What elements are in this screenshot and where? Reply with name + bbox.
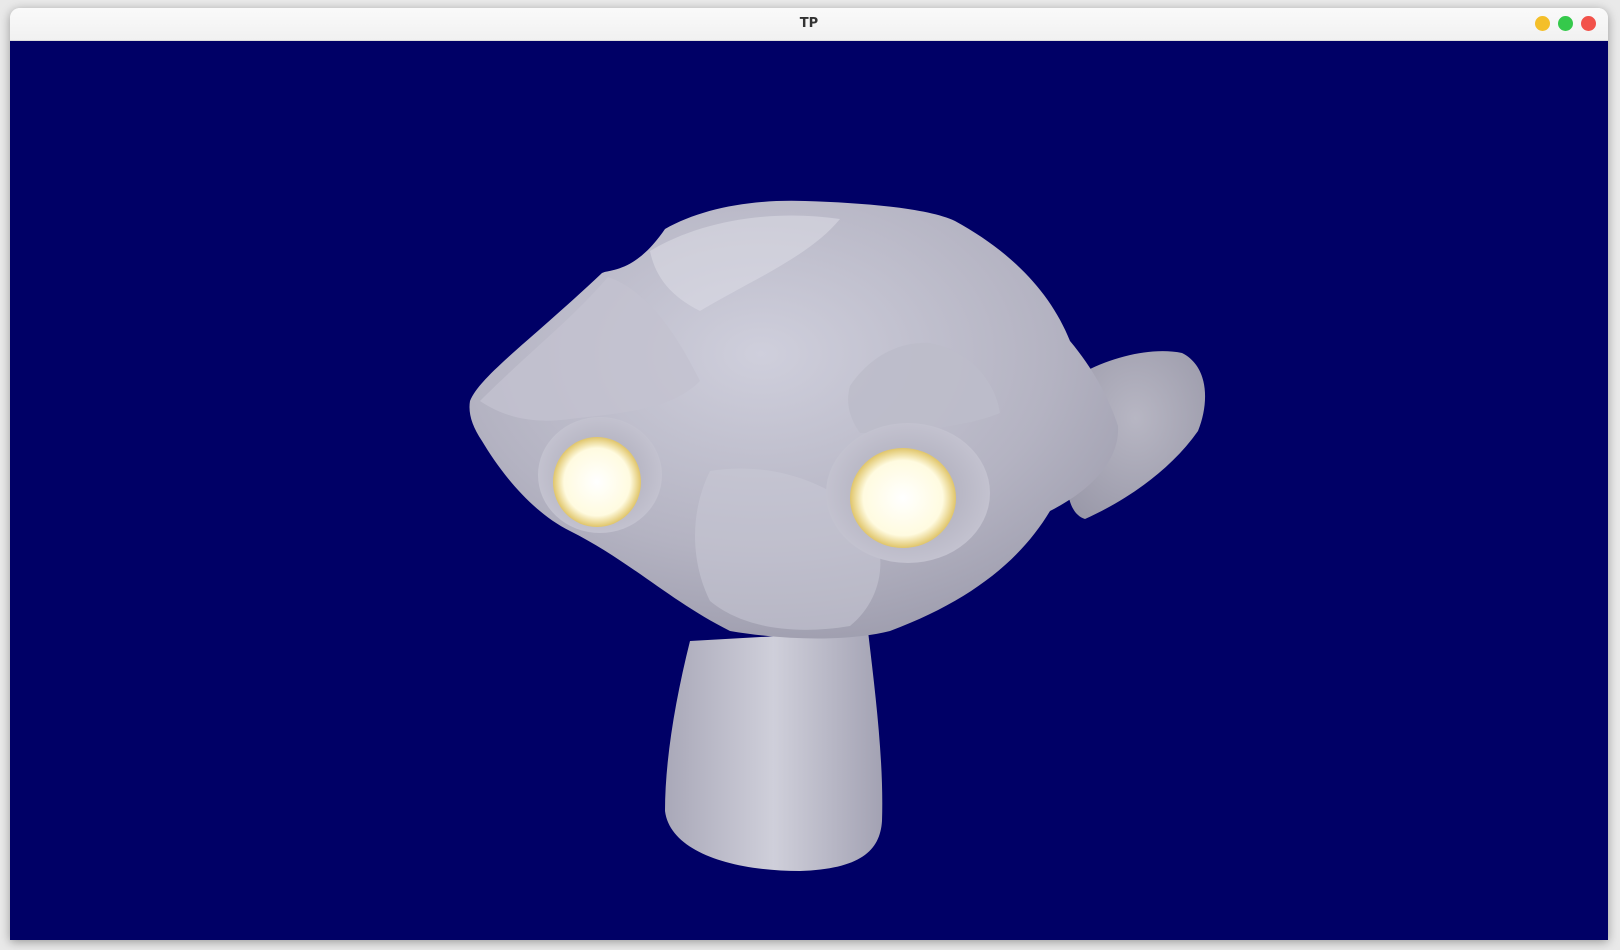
window-controls [1535, 16, 1596, 31]
app-window: TP [10, 8, 1608, 940]
right-eye-glow [850, 448, 956, 548]
opengl-viewport[interactable] [10, 41, 1608, 940]
minimize-button[interactable] [1535, 16, 1550, 31]
scene-canvas [10, 41, 1608, 940]
close-button[interactable] [1581, 16, 1596, 31]
title-bar[interactable]: TP [10, 8, 1608, 41]
left-eye-glow [553, 437, 641, 527]
maximize-button[interactable] [1558, 16, 1573, 31]
window-title: TP [799, 16, 819, 31]
neck [665, 631, 883, 871]
